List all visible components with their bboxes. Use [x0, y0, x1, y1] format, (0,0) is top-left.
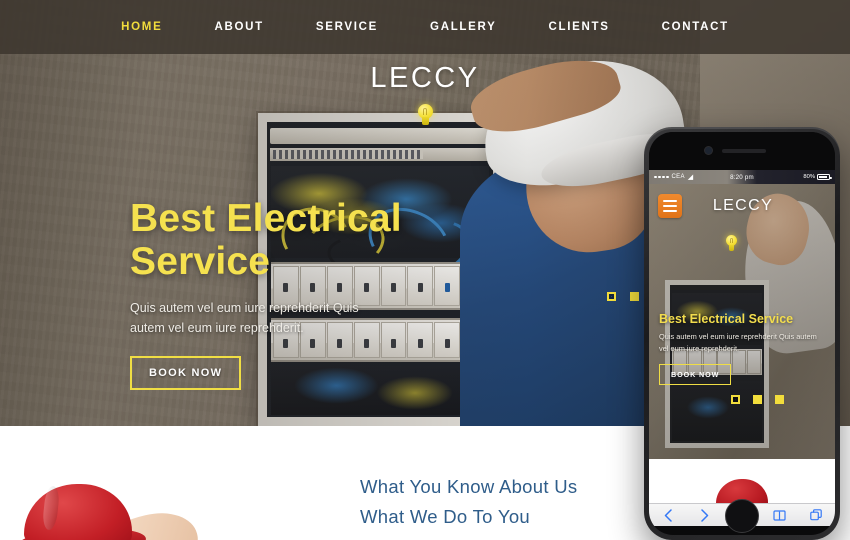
site-logo[interactable]: LECCY	[0, 62, 850, 126]
nav-item-clients[interactable]: CLIENTS	[522, 0, 635, 54]
hero-subtitle: Quis autem vel eum iure reprehderit Quis…	[130, 300, 359, 336]
phone-light-bulb-icon	[726, 235, 737, 251]
status-time: 8:20 pm	[730, 173, 754, 181]
phone-home-button[interactable]	[725, 499, 759, 533]
phone-hero-content: Best Electrical Service Quis autem vel e…	[659, 312, 827, 385]
main-nav: HOME ABOUT SERVICE GALLERY CLIENTS CONTA…	[95, 0, 755, 54]
phone-hero-subtitle: Quis autem vel eum iure reprehderit Quis…	[659, 332, 817, 353]
phone-screen-frame: CEA ◢ 8:20 pm 80% LECCY Best Electrical …	[649, 132, 835, 535]
phone-top-bezel	[649, 132, 835, 170]
bulb-base	[421, 117, 429, 125]
phone-page-content: LECCY Best Electrical Service Quis autem…	[649, 184, 835, 459]
phone-book-now-button[interactable]: BOOK NOW	[659, 363, 732, 385]
nav-item-about[interactable]: ABOUT	[188, 0, 289, 54]
about-heading-line-1: What You Know About Us	[360, 476, 578, 497]
hamburger-menu-icon[interactable]	[658, 194, 682, 218]
nav-item-contact[interactable]: CONTACT	[636, 0, 755, 54]
front-camera-icon	[705, 147, 712, 154]
battery-icon	[817, 174, 832, 180]
phone-mockup: CEA ◢ 8:20 pm 80% LECCY Best Electrical …	[644, 127, 840, 540]
light-bulb-icon	[417, 104, 433, 126]
book-now-button[interactable]: BOOK NOW	[130, 356, 242, 391]
phone-slider-dot-3[interactable]	[775, 395, 784, 404]
page-root: HOME ABOUT SERVICE GALLERY CLIENTS CONTA…	[0, 0, 850, 540]
nav-item-home[interactable]: HOME	[95, 0, 188, 54]
nav-item-gallery[interactable]: GALLERY	[404, 0, 522, 54]
top-navigation-bar: HOME ABOUT SERVICE GALLERY CLIENTS CONTA…	[0, 0, 850, 54]
logo-text: LECCY	[370, 62, 480, 94]
phone-logo-text: LECCY	[712, 197, 774, 214]
earpiece-speaker	[722, 149, 766, 153]
hero-slider-dots	[607, 292, 639, 301]
about-heading-line-2: What We Do To You	[360, 505, 530, 527]
phone-slider-dot-1[interactable]	[731, 395, 740, 404]
slider-dot-1[interactable]	[607, 292, 616, 301]
phone-slider-dots	[731, 395, 784, 404]
phone-status-bar: CEA ◢ 8:20 pm 80%	[649, 170, 835, 184]
about-heading: What You Know About Us What We Do To You	[360, 472, 650, 532]
nav-item-service[interactable]: SERVICE	[290, 0, 404, 54]
bulb-filament	[423, 108, 427, 115]
slider-dot-2[interactable]	[630, 292, 639, 301]
back-chevron-icon[interactable]	[657, 507, 679, 523]
tabs-icon[interactable]	[805, 507, 827, 523]
red-hard-hat-icon	[24, 484, 132, 540]
bookmarks-icon[interactable]	[768, 507, 790, 523]
phone-hero-title: Best Electrical Service	[659, 312, 794, 326]
phone-bulb-filament	[730, 238, 733, 243]
hero-content: Best Electrical Service Quis autem vel e…	[130, 197, 550, 391]
about-image-woman-hardhat	[0, 426, 300, 540]
phone-bulb-base	[729, 244, 734, 251]
phone-header: LECCY	[649, 184, 835, 228]
phone-about-section	[649, 459, 835, 503]
forward-chevron-icon[interactable]	[694, 507, 716, 523]
hero-title: Best Electrical Service	[130, 197, 402, 283]
phone-slider-dot-2[interactable]	[753, 395, 762, 404]
